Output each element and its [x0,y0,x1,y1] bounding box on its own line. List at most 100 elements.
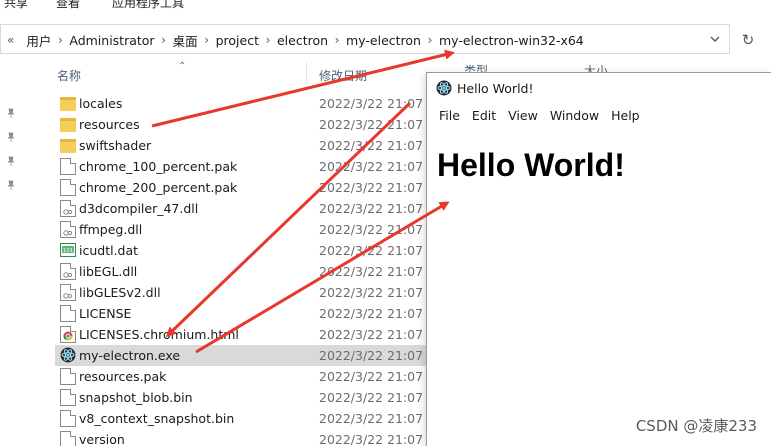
menu-help[interactable]: Help [605,108,646,123]
menu-bar: File Edit View Window Help [427,103,771,127]
breadcrumb-electron[interactable]: electron [275,33,330,48]
column-header-date[interactable]: 修改日期 [319,67,367,84]
ribbon-tab-share[interactable]: 共享 [4,0,28,11]
file-modified-date: 2022/3/22 21:07 [319,285,424,300]
file-row[interactable]: chrome_200_percent.pak 2022/3/22 21:07 [55,177,427,198]
file-name: resources [79,117,140,132]
dll-icon [60,221,76,238]
file-name: v8_context_snapshot.bin [79,411,235,426]
breadcrumb-my-electron[interactable]: my-electron [344,33,423,48]
pin-icon [7,156,15,166]
column-header-name[interactable]: 名称 [57,67,81,84]
electron-icon [60,347,76,364]
file-icon [60,158,76,175]
file-row[interactable]: libGLESv2.dll 2022/3/22 21:07 [55,282,427,303]
ribbon-tab-app-tools[interactable]: 应用程序工具 [112,0,184,11]
file-list-header: 名称 ⌃ 修改日期 [52,61,432,84]
breadcrumb-separator-icon[interactable]: › [53,33,67,47]
menu-window[interactable]: Window [544,108,605,123]
file-row[interactable]: resources.pak 2022/3/22 21:07 [55,366,427,387]
pin-icon [7,132,15,142]
file-name: libEGL.dll [79,264,138,279]
file-name: libGLESv2.dll [79,285,161,300]
pin-icon [7,180,15,190]
file-modified-date: 2022/3/22 21:07 [319,201,424,216]
menu-edit[interactable]: Edit [466,108,502,123]
file-row[interactable]: LICENSE 2022/3/22 21:07 [55,303,427,324]
file-modified-date: 2022/3/22 21:07 [319,117,424,132]
file-icon [60,389,76,406]
watermark: CSDN @凌康233 [635,417,757,435]
file-icon [60,179,76,196]
file-name: resources.pak [79,369,167,384]
file-name: swiftshader [79,138,152,153]
file-name: LICENSES.chromium.html [79,327,239,342]
file-modified-date: 2022/3/22 21:07 [319,243,424,258]
breadcrumb-users[interactable]: 用户 [24,31,53,50]
ribbon: 共享 查看 应用程序工具 [0,0,771,13]
file-row[interactable]: ffmpeg.dll 2022/3/22 21:07 [55,219,427,240]
file-name: version [79,432,125,446]
file-name: locales [79,96,123,111]
address-dropdown-icon[interactable] [709,32,721,46]
dll-icon [60,263,76,280]
refresh-button[interactable]: ↻ [736,28,760,52]
file-row[interactable]: d3dcompiler_47.dll 2022/3/22 21:07 [55,198,427,219]
breadcrumb-project[interactable]: project [214,33,261,48]
file-row[interactable]: swiftshader 2022/3/22 21:07 [55,135,427,156]
file-name: my-electron.exe [79,348,181,363]
file-modified-date: 2022/3/22 21:07 [319,222,424,237]
file-modified-date: 2022/3/22 21:07 [319,306,424,321]
breadcrumb-administrator[interactable]: Administrator [67,33,156,48]
file-row[interactable]: chrome_100_percent.pak 2022/3/22 21:07 [55,156,427,177]
breadcrumb-separator-icon[interactable]: › [200,33,214,47]
file-name: chrome_100_percent.pak [79,159,238,174]
file-row[interactable]: locales 2022/3/22 21:07 [55,93,427,114]
file-row[interactable]: version 2022/3/22 21:07 [55,429,427,446]
file-modified-date: 2022/3/22 21:07 [319,432,424,446]
file-modified-date: 2022/3/22 21:07 [319,96,424,111]
file-name: d3dcompiler_47.dll [79,201,199,216]
column-divider[interactable] [306,62,307,84]
svg-text:101: 101 [63,248,74,254]
file-modified-date: 2022/3/22 21:07 [319,390,424,405]
file-row[interactable]: 101 icudtl.dat 2022/3/22 21:07 [55,240,427,261]
file-row[interactable]: v8_context_snapshot.bin 2022/3/22 21:07 [55,408,427,429]
breadcrumb-desktop[interactable]: 桌面 [171,31,200,50]
address-row: « 用户 › Administrator › 桌面 › project › el… [0,22,771,56]
folder-icon [60,139,76,153]
menu-view[interactable]: View [502,108,544,123]
overflow-chevron-icon[interactable]: « [7,33,14,47]
file-modified-date: 2022/3/22 21:07 [319,264,424,279]
window-title-bar[interactable]: Hello World! [427,73,771,103]
dll-icon [60,284,76,301]
dll-icon [60,200,76,217]
file-name: snapshot_blob.bin [79,390,193,405]
file-row[interactable]: my-electron.exe 2022/3/22 21:07 [55,345,427,366]
electron-app-window[interactable]: Hello World! File Edit View Window Help … [426,72,771,446]
file-row[interactable]: snapshot_blob.bin 2022/3/22 21:07 [55,387,427,408]
breadcrumb-current-folder[interactable]: my-electron-win32-x64 [437,33,586,48]
navigation-pane [0,56,36,446]
breadcrumb-separator-icon[interactable]: › [157,33,171,47]
address-bar[interactable]: « 用户 › Administrator › 桌面 › project › el… [0,24,730,54]
electron-logo-icon [436,80,452,96]
file-row[interactable]: libEGL.dll 2022/3/22 21:07 [55,261,427,282]
file-name: chrome_200_percent.pak [79,180,238,195]
breadcrumb-separator-icon[interactable]: › [423,33,437,47]
file-row[interactable]: LICENSES.chromium.html 2022/3/22 21:07 [55,324,427,345]
menu-file[interactable]: File [433,108,466,123]
file-modified-date: 2022/3/22 21:07 [319,159,424,174]
breadcrumb: « 用户 › Administrator › 桌面 › project › el… [7,31,586,49]
file-icon [60,410,76,427]
window-title: Hello World! [457,81,534,96]
file-name: icudtl.dat [79,243,139,258]
breadcrumb-separator-icon[interactable]: › [330,33,344,47]
ribbon-tab-view[interactable]: 查看 [56,0,80,11]
file-name: ffmpeg.dll [79,222,143,237]
file-icon [60,368,76,385]
file-modified-date: 2022/3/22 21:07 [319,327,424,342]
breadcrumb-separator-icon[interactable]: › [261,33,275,47]
file-row[interactable]: resources 2022/3/22 21:07 [55,114,427,135]
pin-icon [7,108,15,118]
